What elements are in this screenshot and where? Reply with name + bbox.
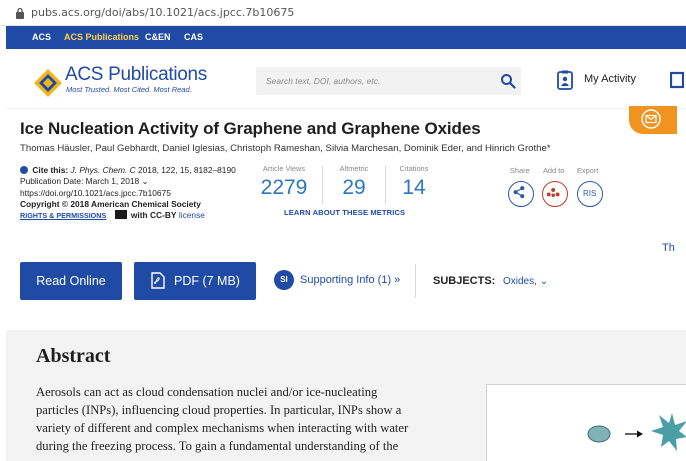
abstract-heading: Abstract: [36, 345, 111, 367]
book-icon[interactable]: [670, 71, 684, 89]
nav-cen[interactable]: C&EN: [145, 32, 171, 42]
share-button[interactable]: [508, 181, 534, 207]
abstract-line: Aerosols can act as cloud condensation n…: [36, 385, 378, 399]
pdf-download-button[interactable]: PDF (7 MB): [134, 262, 256, 300]
metric-citations[interactable]: Citations 14: [393, 164, 435, 200]
pdf-button-label: PDF (7 MB): [174, 274, 240, 288]
doi-link[interactable]: https://doi.org/10.1021/acs.jpcc.7b10675: [20, 188, 250, 199]
publication-date[interactable]: Publication Date: March 1, 2018 ⌄: [20, 176, 250, 187]
metric-value: 14: [402, 176, 426, 199]
pdf-icon: [151, 272, 165, 289]
top-nav: ACS ACS Publications C&EN CAS: [6, 26, 686, 49]
mendeley-icon: [546, 188, 560, 198]
citation-block: Cite this: J. Phys. Chem. C 2018, 122, 1…: [20, 165, 250, 221]
mail-icon: [641, 109, 661, 129]
graphical-abstract-image: [587, 413, 686, 451]
chevron-down-icon: ⌄: [539, 276, 549, 287]
site-header: ACS Publications Most Trusted. Most Cite…: [6, 49, 686, 109]
read-online-button[interactable]: Read Online: [20, 262, 122, 300]
my-activity-link[interactable]: My Activity: [584, 73, 636, 85]
search-input[interactable]: [266, 73, 486, 89]
cite-label[interactable]: Cite this:: [32, 165, 68, 175]
supporting-info-badge[interactable]: SI: [274, 270, 294, 290]
abstract-line: during the freezing process. To gain a f…: [36, 439, 399, 453]
logo-tagline: Most Trusted. Most Cited. Most Read.: [66, 85, 192, 94]
supporting-info-link[interactable]: Supporting Info (1) »: [300, 274, 400, 286]
share-label: Share: [510, 166, 530, 175]
author-list[interactable]: Thomas Häusler, Paul Gebhardt, Daniel Ig…: [20, 143, 551, 154]
address-bar[interactable]: pubs.acs.org/doi/abs/10.1021/acs.jpcc.7b…: [0, 0, 686, 26]
learn-metrics-link[interactable]: LEARN ABOUT THESE METRICS: [284, 208, 405, 217]
nav-cas[interactable]: CAS: [184, 32, 203, 42]
ris-label: RIS: [583, 189, 597, 198]
license-prefix: with CC-BY: [130, 210, 177, 221]
url-text[interactable]: pubs.acs.org/doi/abs/10.1021/acs.jpcc.7b…: [31, 6, 294, 19]
logo-text[interactable]: ACS Publications: [65, 64, 207, 86]
abstract-line: variety of different and complex mechani…: [36, 421, 409, 435]
acs-logo-icon[interactable]: [33, 68, 63, 98]
subjects-label: SUBJECTS:: [433, 275, 496, 287]
check-circle-icon: [20, 166, 28, 174]
article-title: Ice Nucleation Activity of Graphene and …: [20, 119, 481, 138]
metric-value: 29: [342, 176, 366, 199]
email-alert-button[interactable]: [629, 106, 677, 134]
subjects-dropdown[interactable]: Oxides, ⌄: [503, 276, 548, 287]
search-box: [256, 67, 521, 95]
share-icon: [513, 186, 525, 199]
abstract-text: Aerosols can act as cloud condensation n…: [36, 383, 466, 455]
metric-label: Altmetric: [339, 164, 369, 173]
add-to-label: Add to: [543, 166, 565, 175]
search-icon[interactable]: [500, 73, 516, 89]
lock-icon: [16, 7, 24, 19]
metric-label: Citations: [399, 164, 429, 173]
license-link[interactable]: license: [179, 210, 205, 220]
metric-value: 2279: [260, 176, 308, 199]
rights-permissions-link[interactable]: RIGHTS & PERMISSIONS: [20, 211, 106, 220]
cc-by-icon: [114, 210, 127, 220]
add-to-mendeley-button[interactable]: [542, 181, 568, 207]
abstract-line: particles (INPs), influencing cloud prop…: [36, 403, 402, 417]
actions-divider: [415, 264, 416, 298]
nav-acs[interactable]: ACS: [32, 32, 51, 42]
toc-graphic[interactable]: [486, 384, 686, 461]
truncated-sidebar-text: Th: [662, 242, 675, 254]
activity-icon[interactable]: [557, 70, 573, 90]
citation-volume: 2018, 122, 15, 8182–8190: [137, 165, 236, 175]
journal-name: J. Phys. Chem. C: [70, 165, 136, 175]
copyright: Copyright © 2018 American Chemical Socie…: [20, 198, 201, 209]
metric-article-views[interactable]: Article Views 2279: [254, 164, 314, 200]
metric-altmetric[interactable]: Altmetric 29: [330, 164, 378, 200]
metric-label: Article Views: [262, 164, 306, 173]
nav-acs-publications[interactable]: ACS Publications: [64, 32, 139, 42]
chevron-down-icon: ⌄: [141, 176, 149, 187]
metric-divider: [385, 166, 386, 204]
export-label: Export: [577, 166, 599, 175]
metric-divider: [322, 166, 323, 204]
